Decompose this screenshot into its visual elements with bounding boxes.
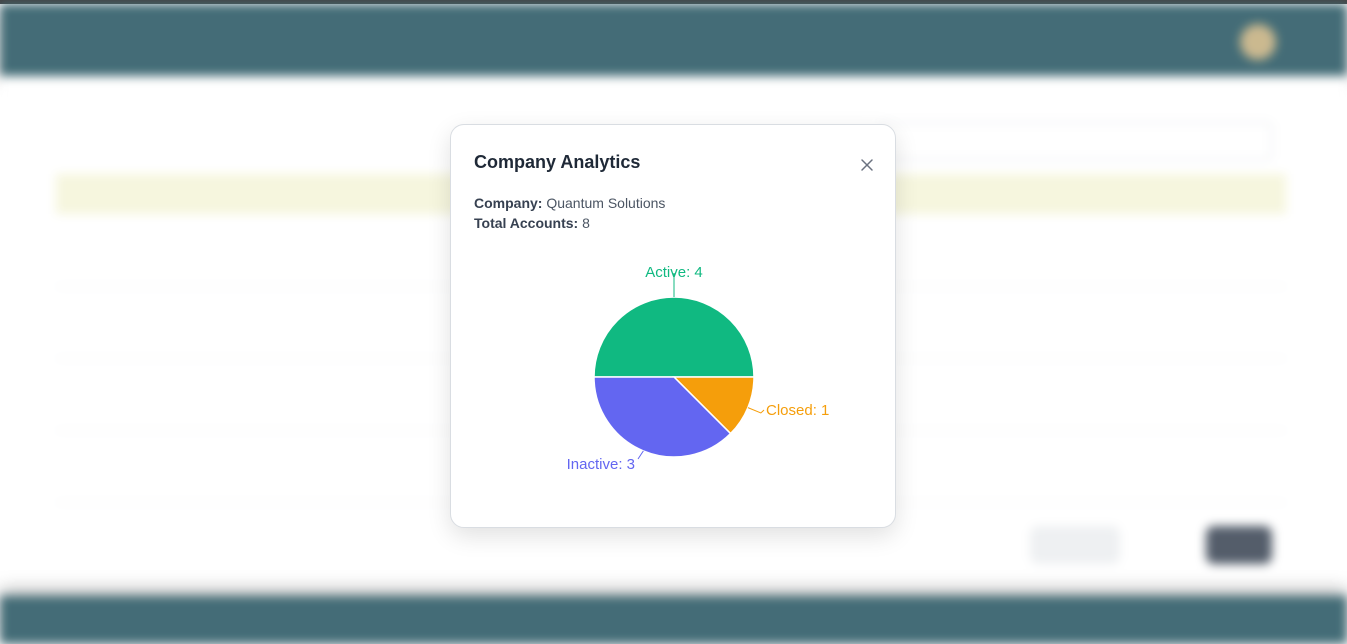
- status-pie-chart: Active: 4 Closed: 1 Inactive: 3: [567, 264, 830, 473]
- company-analytics-modal: Company Analytics Company: Quantum Solut…: [450, 124, 896, 528]
- pie-leader-line-inactive: [637, 450, 644, 460]
- pie-label-inactive: Inactive: 3: [567, 456, 635, 473]
- pie-leader-line-closed: [747, 407, 765, 414]
- pie-label-active: Active: 4: [645, 264, 703, 281]
- pie-label-closed: Closed: 1: [766, 402, 829, 419]
- pie-slice-active[interactable]: [593, 296, 755, 378]
